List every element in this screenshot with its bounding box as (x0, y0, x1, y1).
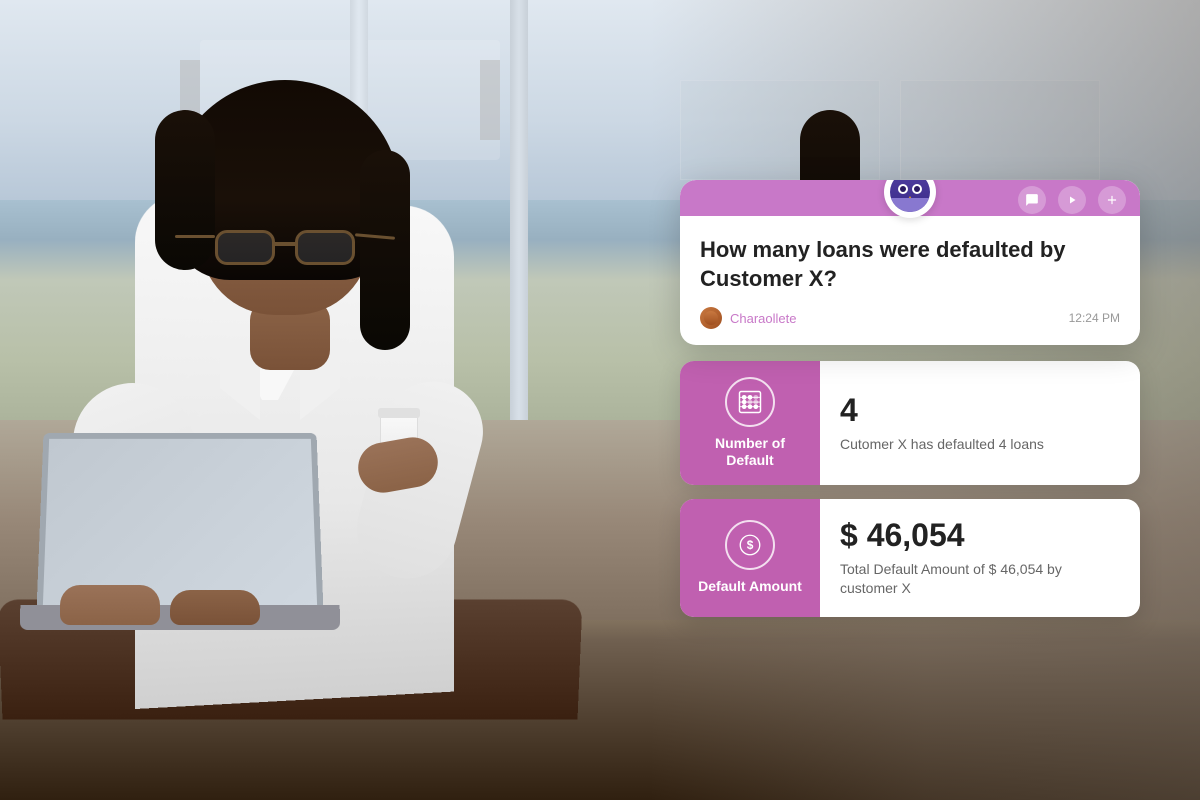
chat-card-body: How many loans were defaulted by Custome… (680, 216, 1140, 345)
svg-text:$: $ (747, 538, 754, 552)
dollar-icon-circle: $ (725, 520, 775, 570)
chat-time: 12:24 PM (1069, 311, 1120, 325)
metric-label-defaults: Number of Default (692, 435, 808, 469)
metric-description-amount: Total Default Amount of $ 46,054 by cust… (840, 560, 1120, 599)
abacus-icon-circle (725, 377, 775, 427)
chat-meta: Charaollete 12:24 PM (700, 307, 1120, 329)
metric-left-defaults: Number of Default (680, 361, 820, 485)
metric-description-defaults: Cutomer X has defaulted 4 loans (840, 435, 1120, 455)
metric-label-amount: Default Amount (698, 578, 802, 595)
metric-card-amount: $ Default Amount $ 46,054 Total Default … (680, 499, 1140, 617)
metric-left-amount: $ Default Amount (680, 499, 820, 617)
metric-right-amount: $ 46,054 Total Default Amount of $ 46,05… (820, 499, 1140, 617)
metric-right-defaults: 4 Cutomer X has defaulted 4 loans (820, 361, 1140, 485)
chat-action-message[interactable] (1018, 186, 1046, 214)
chat-action-play[interactable] (1058, 186, 1086, 214)
metric-card-defaults: Number of Default 4 Cutomer X has defaul… (680, 361, 1140, 485)
chat-username: Charaollete (730, 311, 797, 326)
ui-overlay: How many loans were defaulted by Custome… (680, 180, 1140, 631)
chat-card: How many loans were defaulted by Custome… (680, 180, 1140, 345)
metric-value-defaults: 4 (840, 392, 1120, 429)
metric-value-amount: $ 46,054 (840, 517, 1120, 554)
chat-action-add[interactable] (1098, 186, 1126, 214)
chat-question: How many loans were defaulted by Custome… (700, 236, 1120, 293)
user-avatar-small (700, 307, 722, 329)
